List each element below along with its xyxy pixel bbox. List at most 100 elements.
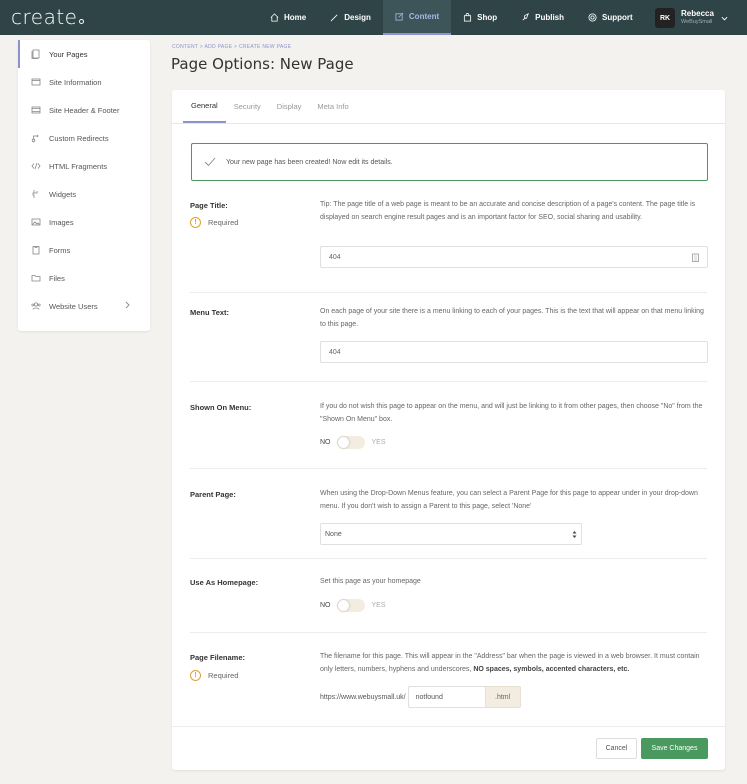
section-divider xyxy=(190,292,707,293)
toggle-no-label: NO xyxy=(320,602,331,609)
rocket-icon xyxy=(522,13,530,21)
nav-publish-label: Publish xyxy=(535,13,565,22)
chevron-right-icon xyxy=(125,301,130,309)
shown-on-menu-toggle-row: NO YES xyxy=(320,436,386,449)
edit-icon xyxy=(395,12,404,21)
nav-design-label: Design xyxy=(344,13,371,22)
page-filename-row: https://www.webuysmall.uk/ notfound .htm… xyxy=(320,686,521,708)
page-filename-input[interactable]: notfound xyxy=(407,686,486,708)
parent-page-help: When using the Drop-Down Menus feature, … xyxy=(320,490,698,510)
nav-publish[interactable]: Publish xyxy=(509,0,576,35)
sidebar-item-label: Images xyxy=(49,217,74,227)
use-as-homepage-help: Set this page as your homepage xyxy=(320,578,421,585)
home-icon xyxy=(270,13,279,22)
main-nav: Home Design Content Shop Publish Support xyxy=(258,0,645,35)
page-title-value: 404 xyxy=(329,253,341,261)
sidebar-item-custom-redirects[interactable]: Custom Redirects xyxy=(18,124,150,152)
footer-divider xyxy=(172,726,725,727)
tab-security[interactable]: Security xyxy=(234,90,261,123)
nav-home[interactable]: Home xyxy=(258,0,318,35)
tab-meta-info[interactable]: Meta Info xyxy=(317,90,348,123)
avatar: RK xyxy=(655,8,675,28)
page-filename-required: ! Required xyxy=(190,670,238,681)
nav-design[interactable]: Design xyxy=(318,0,383,35)
use-as-homepage-toggle[interactable] xyxy=(336,599,365,612)
page-title-help: Tip: The page title of a web page is mea… xyxy=(320,201,696,221)
sidebar-item-forms[interactable]: Forms xyxy=(18,236,150,264)
warning-icon: ! xyxy=(190,217,201,228)
tab-display[interactable]: Display xyxy=(277,90,302,123)
shown-on-menu-help: If you do not wish this page to appear o… xyxy=(320,403,703,423)
user-handle: WeBuySmall xyxy=(681,19,713,25)
cancel-button[interactable]: Cancel xyxy=(596,738,637,759)
image-icon xyxy=(31,218,41,226)
users-icon xyxy=(31,302,41,310)
section-divider xyxy=(190,468,707,469)
sidebar-item-label: HTML Fragments xyxy=(49,161,108,171)
page-title-required: ! Required xyxy=(190,217,238,228)
redirect-icon xyxy=(31,134,39,143)
logo[interactable]: create xyxy=(11,5,84,29)
filename-suffix: .html xyxy=(485,686,521,708)
nav-home-label: Home xyxy=(284,13,307,22)
clipboard-icon[interactable] xyxy=(692,253,699,262)
logo-dot xyxy=(78,19,84,24)
toggle-knob xyxy=(337,437,349,448)
required-label: Required xyxy=(208,671,239,680)
pages-icon xyxy=(31,49,40,59)
page-filename-label: Page Filename: xyxy=(190,653,246,662)
lifebuoy-icon xyxy=(588,13,597,22)
nav-support-label: Support xyxy=(602,13,633,22)
sidebar-item-files[interactable]: Files xyxy=(18,264,150,292)
sidebar-item-html-fragments[interactable]: HTML Fragments xyxy=(18,152,150,180)
code-icon xyxy=(31,162,41,170)
use-as-homepage-label: Use As Homepage: xyxy=(190,578,259,587)
sidebar-item-label: Files xyxy=(49,273,65,283)
shown-on-menu-toggle[interactable] xyxy=(336,436,365,449)
tab-bar: General Security Display Meta Info xyxy=(183,90,365,123)
toggle-yes-label: YES xyxy=(371,439,386,446)
sidebar-item-label: Widgets xyxy=(49,189,77,199)
bag-icon xyxy=(464,13,472,22)
user-menu[interactable]: RK Rebecca WeBuySmall xyxy=(655,8,728,28)
menu-text-input[interactable]: 404 xyxy=(320,341,708,363)
brush-icon xyxy=(330,14,338,22)
shown-on-menu-label: Shown On Menu: xyxy=(190,403,252,412)
puzzle-icon xyxy=(32,190,38,198)
required-label: Required xyxy=(208,218,239,227)
parent-page-label: Parent Page: xyxy=(190,490,236,499)
top-bar: create Home Design Content Shop Publish … xyxy=(0,0,747,35)
sidebar-item-widgets[interactable]: Widgets xyxy=(18,180,150,208)
nav-content-label: Content xyxy=(408,12,440,21)
toggle-no-label: NO xyxy=(320,439,331,446)
nav-shop[interactable]: Shop xyxy=(451,0,509,35)
page-title-input[interactable]: 404 xyxy=(320,246,708,268)
success-alert: Your new page has been created! Now edit… xyxy=(191,143,708,181)
sidebar-item-website-users[interactable]: Website Users xyxy=(18,292,150,320)
tab-general[interactable]: General xyxy=(183,90,226,123)
menu-text-value: 404 xyxy=(329,348,341,356)
breadcrumb[interactable]: CONTENT > ADD PAGE > CREATE NEW PAGE xyxy=(172,44,291,50)
section-divider xyxy=(190,381,707,382)
url-prefix: https://www.webuysmall.uk/ xyxy=(320,693,406,701)
sidebar: Your Pages Site Information Site Header … xyxy=(18,40,150,331)
sidebar-item-label: Site Header & Footer xyxy=(49,105,120,115)
window-icon xyxy=(31,78,41,86)
sidebar-item-your-pages[interactable]: Your Pages xyxy=(18,40,150,68)
warning-icon: ! xyxy=(190,670,201,681)
parent-page-select[interactable]: None xyxy=(320,523,582,545)
nav-shop-label: Shop xyxy=(477,13,498,22)
tab-divider xyxy=(172,123,725,124)
nav-support[interactable]: Support xyxy=(576,0,645,35)
sidebar-item-site-header-footer[interactable]: Site Header & Footer xyxy=(18,96,150,124)
checkmark-icon xyxy=(204,157,216,167)
sidebar-item-images[interactable]: Images xyxy=(18,208,150,236)
form-icon xyxy=(32,246,40,255)
nav-content[interactable]: Content xyxy=(382,0,452,35)
page-title-label: Page Title: xyxy=(190,201,228,210)
parent-page-value: None xyxy=(325,530,342,538)
page-filename-help-bold: NO spaces, symbols, accented characters,… xyxy=(473,665,630,673)
menu-text-label: Menu Text: xyxy=(190,308,230,317)
save-changes-button[interactable]: Save Changes xyxy=(641,738,708,759)
sidebar-item-site-information[interactable]: Site Information xyxy=(18,68,150,96)
